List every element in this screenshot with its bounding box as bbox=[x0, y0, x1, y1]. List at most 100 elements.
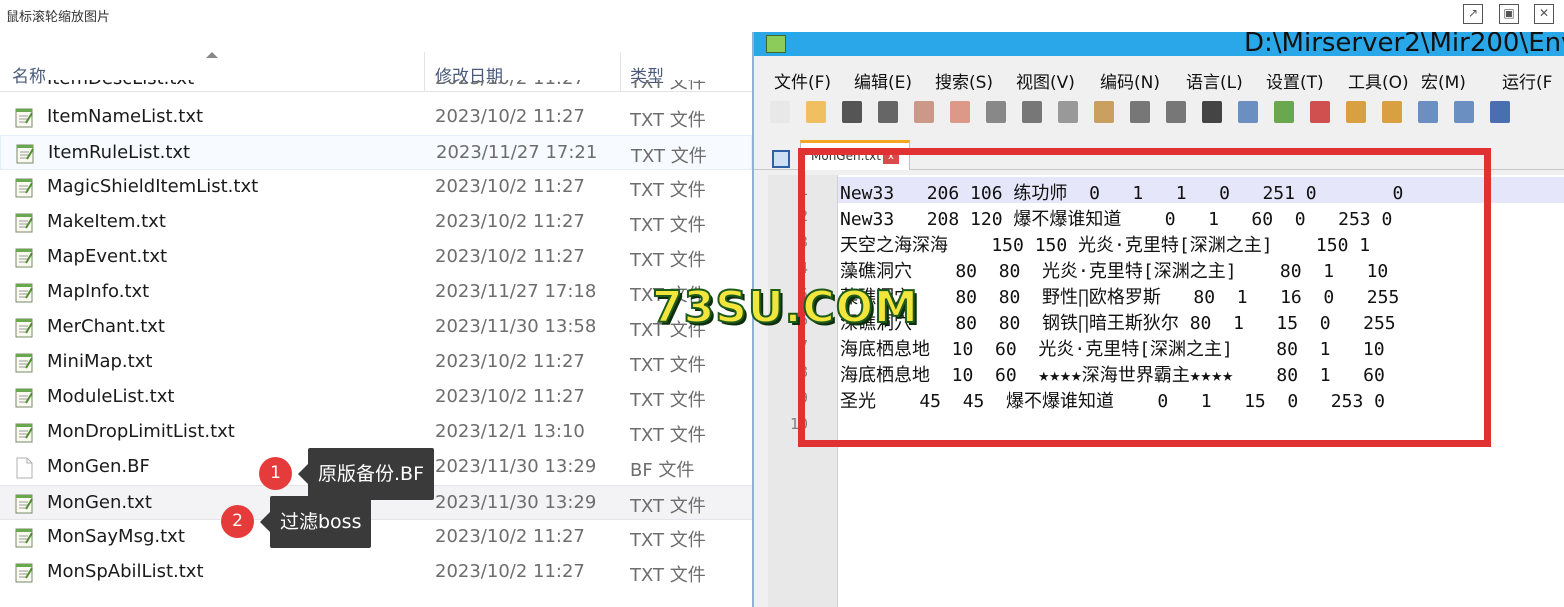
paste-icon[interactable] bbox=[1094, 101, 1114, 123]
cut-icon[interactable] bbox=[1022, 101, 1042, 123]
file-date: 2023/10/2 11:27 bbox=[435, 80, 585, 89]
file-type: TXT 文件 bbox=[630, 180, 706, 201]
file-date: 2023/10/2 11:27 bbox=[435, 386, 585, 407]
file-name: MonSpAbilList.txt bbox=[47, 561, 204, 582]
txt-file-icon bbox=[14, 282, 35, 304]
file-name: ItemDescList.txt bbox=[47, 80, 194, 89]
step-badge-1: 1 bbox=[259, 457, 292, 490]
list-item[interactable]: MapEvent.txt 2023/10/2 11:27 TXT 文件 bbox=[0, 240, 752, 275]
list-item[interactable]: MerChant.txt 2023/11/30 13:58 TXT 文件 bbox=[0, 310, 752, 345]
list-item[interactable]: MagicShieldItemList.txt 2023/10/2 11:27 TX… bbox=[0, 170, 752, 205]
file-date: 2023/11/30 13:29 bbox=[435, 456, 597, 477]
file-name: ItemRuleList.txt bbox=[48, 142, 191, 163]
menu-item[interactable]: 宏(M) bbox=[1421, 68, 1466, 93]
menu-item[interactable]: 工具(O) bbox=[1348, 68, 1409, 93]
file-date: 2023/11/30 13:58 bbox=[435, 316, 597, 337]
txt-file-icon bbox=[14, 387, 35, 409]
list-item[interactable]: MapInfo.txt 2023/11/27 17:18 TXT 文件 bbox=[0, 275, 752, 310]
notepad-title-bar: D:\Mirserver2\Mir200\Envi bbox=[754, 32, 1564, 58]
file-date: 2023/10/2 11:27 bbox=[435, 526, 585, 547]
file-name: MakeItem.txt bbox=[47, 211, 166, 232]
file-type: TXT 文件 bbox=[630, 80, 706, 93]
list-item[interactable]: ItemNameList.txt 2023/10/2 11:27 TXT 文件 bbox=[0, 100, 752, 135]
close-icon[interactable] bbox=[914, 101, 934, 123]
zoom-out-icon[interactable] bbox=[1310, 101, 1330, 123]
file-name: MonGen.txt bbox=[47, 492, 152, 513]
redo-icon[interactable] bbox=[1166, 101, 1186, 123]
show-chars-icon[interactable] bbox=[1454, 101, 1474, 123]
list-item[interactable]: MiniMap.txt 2023/10/2 11:27 TXT 文件 bbox=[0, 345, 752, 380]
file-name: MagicShieldItemList.txt bbox=[47, 176, 259, 197]
txt-file-icon bbox=[14, 317, 35, 339]
blank-file-icon bbox=[14, 457, 35, 479]
list-item[interactable]: ModuleList.txt 2023/10/2 11:27 TXT 文件 bbox=[0, 380, 752, 415]
file-type: TXT 文件 bbox=[630, 530, 706, 551]
txt-file-icon bbox=[15, 143, 36, 165]
zoom-in-icon[interactable] bbox=[1274, 101, 1294, 123]
menu-item[interactable]: 编码(N) bbox=[1100, 68, 1160, 93]
file-name: MerChant.txt bbox=[47, 316, 165, 337]
file-type: TXT 文件 bbox=[630, 110, 706, 131]
menu-item[interactable]: 设置(T) bbox=[1266, 68, 1324, 93]
menu-item[interactable]: 文件(F) bbox=[774, 68, 831, 93]
indent-guide-icon[interactable] bbox=[1490, 101, 1510, 123]
file-type: TXT 文件 bbox=[630, 425, 706, 446]
file-name: MonSayMsg.txt bbox=[47, 526, 185, 547]
notepad-menu-bar: 文件(F) 编辑(E) 搜索(S) 视图(V) 编码(N) 语言(L) 设置(T) 工具(O)… bbox=[754, 64, 1564, 93]
txt-file-icon bbox=[14, 493, 35, 515]
list-item[interactable]: MakeItem.txt 2023/10/2 11:27 TXT 文件 bbox=[0, 205, 752, 240]
list-item[interactable]: MonSpAbilList.txt 2023/10/2 11:27 TXT 文件 bbox=[0, 555, 752, 590]
close-all-icon[interactable] bbox=[950, 101, 970, 123]
file-date: 2023/10/2 11:27 bbox=[435, 176, 585, 197]
txt-file-icon bbox=[14, 247, 35, 269]
save-icon[interactable] bbox=[772, 150, 790, 168]
find-icon[interactable] bbox=[1202, 101, 1222, 123]
sync-v-icon[interactable] bbox=[1346, 101, 1366, 123]
list-item[interactable]: MonDropLimitList.txt 2023/12/1 13:10 TXT 文… bbox=[0, 415, 752, 450]
save-icon[interactable] bbox=[842, 101, 862, 123]
copy-icon[interactable] bbox=[1058, 101, 1078, 123]
notepad-toolbar bbox=[754, 96, 1564, 130]
save-all-icon[interactable] bbox=[878, 101, 898, 123]
close-icon[interactable]: ✕ bbox=[1534, 4, 1554, 24]
menu-item[interactable]: 视图(V) bbox=[1016, 68, 1075, 93]
print-icon[interactable] bbox=[986, 101, 1006, 123]
file-date: 2023/11/30 13:29 bbox=[435, 492, 597, 513]
file-type: TXT 文件 bbox=[630, 565, 706, 586]
open-file-icon[interactable] bbox=[806, 101, 826, 123]
viewer-title: 鼠标滚轮缩放图片 bbox=[6, 10, 111, 25]
replace-icon[interactable] bbox=[1238, 101, 1258, 123]
txt-file-icon bbox=[14, 177, 35, 199]
file-date: 2023/10/2 11:27 bbox=[435, 106, 585, 127]
list-item[interactable]: ItemDescList.txt 2023/10/2 11:27 TXT 文件 bbox=[0, 80, 752, 100]
menu-item[interactable]: 搜索(S) bbox=[935, 68, 993, 93]
file-name: MapInfo.txt bbox=[47, 281, 150, 302]
txt-file-icon bbox=[14, 527, 35, 549]
new-file-icon[interactable] bbox=[770, 101, 790, 123]
file-name: ModuleList.txt bbox=[47, 386, 175, 407]
sync-h-icon[interactable] bbox=[1382, 101, 1402, 123]
menu-item[interactable]: 语言(L) bbox=[1186, 68, 1243, 93]
file-date: 2023/10/2 11:27 bbox=[435, 351, 585, 372]
callout-backup: 原版备份.BF bbox=[297, 448, 435, 500]
txt-file-icon bbox=[14, 352, 35, 374]
list-item[interactable]: ItemRuleList.txt 2023/11/27 17:21 TXT 文件 bbox=[0, 135, 752, 170]
file-type: TXT 文件 bbox=[630, 355, 706, 376]
undo-icon[interactable] bbox=[1130, 101, 1150, 123]
file-type: TXT 文件 bbox=[631, 146, 707, 167]
open-external-icon[interactable]: ↗ bbox=[1463, 4, 1483, 24]
menu-item[interactable]: 编辑(E) bbox=[854, 68, 912, 93]
file-name: MonGen.BF bbox=[47, 456, 150, 477]
txt-file-icon bbox=[14, 107, 35, 129]
maximize-icon[interactable]: ▣ bbox=[1499, 4, 1519, 24]
list-item[interactable]: MonSayMsg.txt 2023/10/2 11:27 TXT 文件 bbox=[0, 520, 752, 555]
file-date: 2023/10/2 11:27 bbox=[435, 211, 585, 232]
txt-file-icon bbox=[14, 212, 35, 234]
file-date: 2023/11/27 17:18 bbox=[435, 281, 597, 302]
sort-up-icon bbox=[206, 52, 218, 58]
txt-file-icon bbox=[14, 562, 35, 584]
menu-item[interactable]: 运行(F bbox=[1502, 68, 1552, 93]
wrap-icon[interactable] bbox=[1418, 101, 1438, 123]
file-type: BF 文件 bbox=[630, 460, 695, 481]
file-name: MonDropLimitList.txt bbox=[47, 421, 235, 442]
